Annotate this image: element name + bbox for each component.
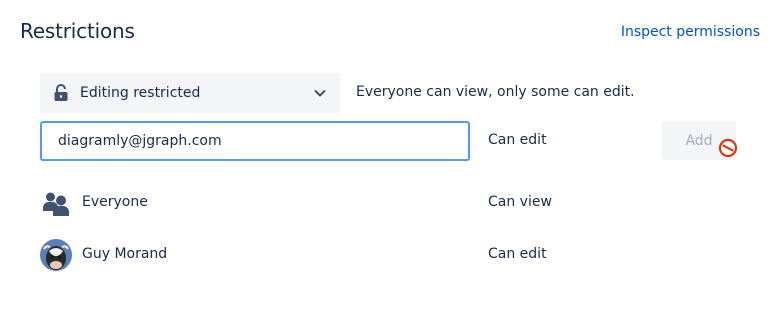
- inspect-permissions-link[interactable]: Inspect permissions: [621, 24, 760, 40]
- user-search-input[interactable]: [40, 121, 470, 161]
- not-allowed-cursor-icon: [718, 138, 738, 158]
- people-group-icon: [40, 187, 72, 219]
- chevron-down-icon: [312, 85, 328, 101]
- restriction-mode-label: Editing restricted: [80, 85, 201, 101]
- entry-permission-guy-morand[interactable]: Can edit: [488, 246, 547, 262]
- restrictions-title: Restrictions: [20, 19, 135, 43]
- unlock-icon: [52, 83, 70, 103]
- new-user-permission-select[interactable]: Can edit: [488, 132, 547, 148]
- restriction-mode-select[interactable]: Editing restricted: [40, 73, 340, 113]
- entry-name-everyone: Everyone: [82, 194, 148, 210]
- entry-permission-everyone[interactable]: Can view: [488, 194, 552, 210]
- restriction-mode-description: Everyone can view, only some can edit.: [356, 84, 635, 100]
- avatar: [40, 239, 72, 271]
- entry-name-guy-morand: Guy Morand: [82, 246, 168, 262]
